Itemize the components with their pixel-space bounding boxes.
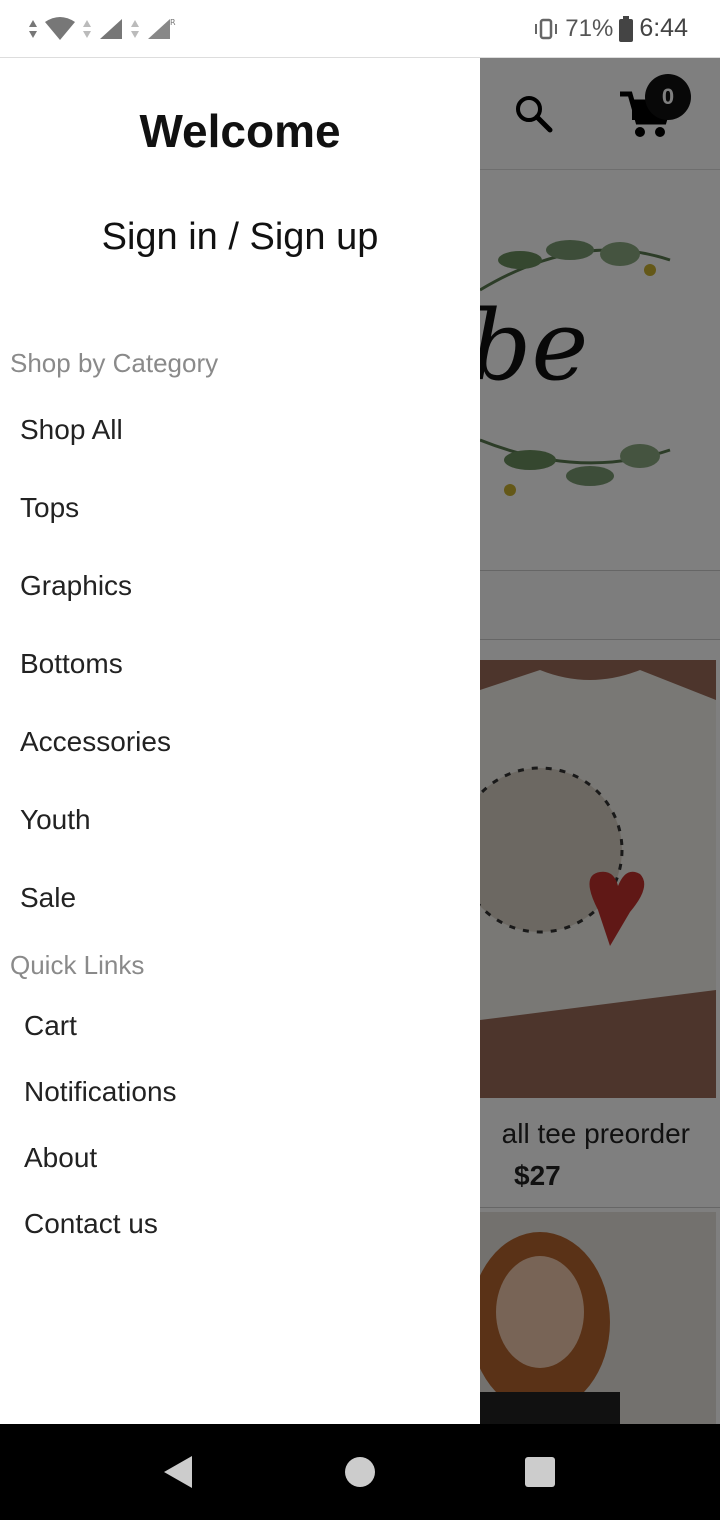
quick-link-cart[interactable]: Cart	[24, 1010, 77, 1042]
shop-by-category-label: Shop by Category	[10, 348, 219, 378]
system-navigation-bar	[0, 1424, 720, 1520]
quick-links-label: Quick Links	[10, 950, 145, 980]
quick-link-contact-us[interactable]: Contact us	[24, 1208, 158, 1240]
data-arrows-icon	[131, 19, 139, 38]
menu-item-graphics[interactable]: Graphics	[20, 570, 132, 602]
clock: 6:44	[639, 14, 688, 42]
menu-item-shop-all[interactable]: Shop All	[20, 414, 123, 446]
quick-link-about[interactable]: About	[24, 1142, 97, 1174]
menu-item-tops[interactable]: Tops	[20, 492, 79, 524]
data-arrows-icon	[83, 19, 91, 38]
menu-item-sale[interactable]: Sale	[20, 882, 76, 914]
menu-item-bottoms[interactable]: Bottoms	[20, 648, 123, 680]
status-icons-left: R	[28, 16, 176, 42]
status-icons-right: 71% 6:44	[533, 14, 688, 43]
navigation-drawer: Welcome Sign in / Sign up Shop by Catego…	[0, 58, 480, 1424]
quick-link-notifications[interactable]: Notifications	[24, 1076, 177, 1108]
signal-icon	[100, 18, 122, 39]
battery-percent: 71%	[565, 14, 614, 42]
data-arrows-icon	[29, 19, 37, 38]
sign-in-link[interactable]: Sign in / Sign up	[0, 216, 480, 259]
welcome-heading: Welcome	[139, 105, 341, 157]
wifi-icon	[45, 16, 75, 40]
vibrate-icon	[535, 18, 558, 39]
back-icon[interactable]	[160, 1454, 196, 1490]
svg-text:R: R	[170, 18, 176, 27]
recent-apps-icon[interactable]	[525, 1457, 555, 1487]
menu-item-youth[interactable]: Youth	[20, 804, 91, 836]
menu-item-accessories[interactable]: Accessories	[20, 726, 171, 758]
status-bar: R 71% 6:44	[0, 0, 720, 58]
home-icon[interactable]	[345, 1457, 375, 1487]
signal-icon: R	[148, 18, 176, 39]
battery-icon	[619, 15, 634, 42]
